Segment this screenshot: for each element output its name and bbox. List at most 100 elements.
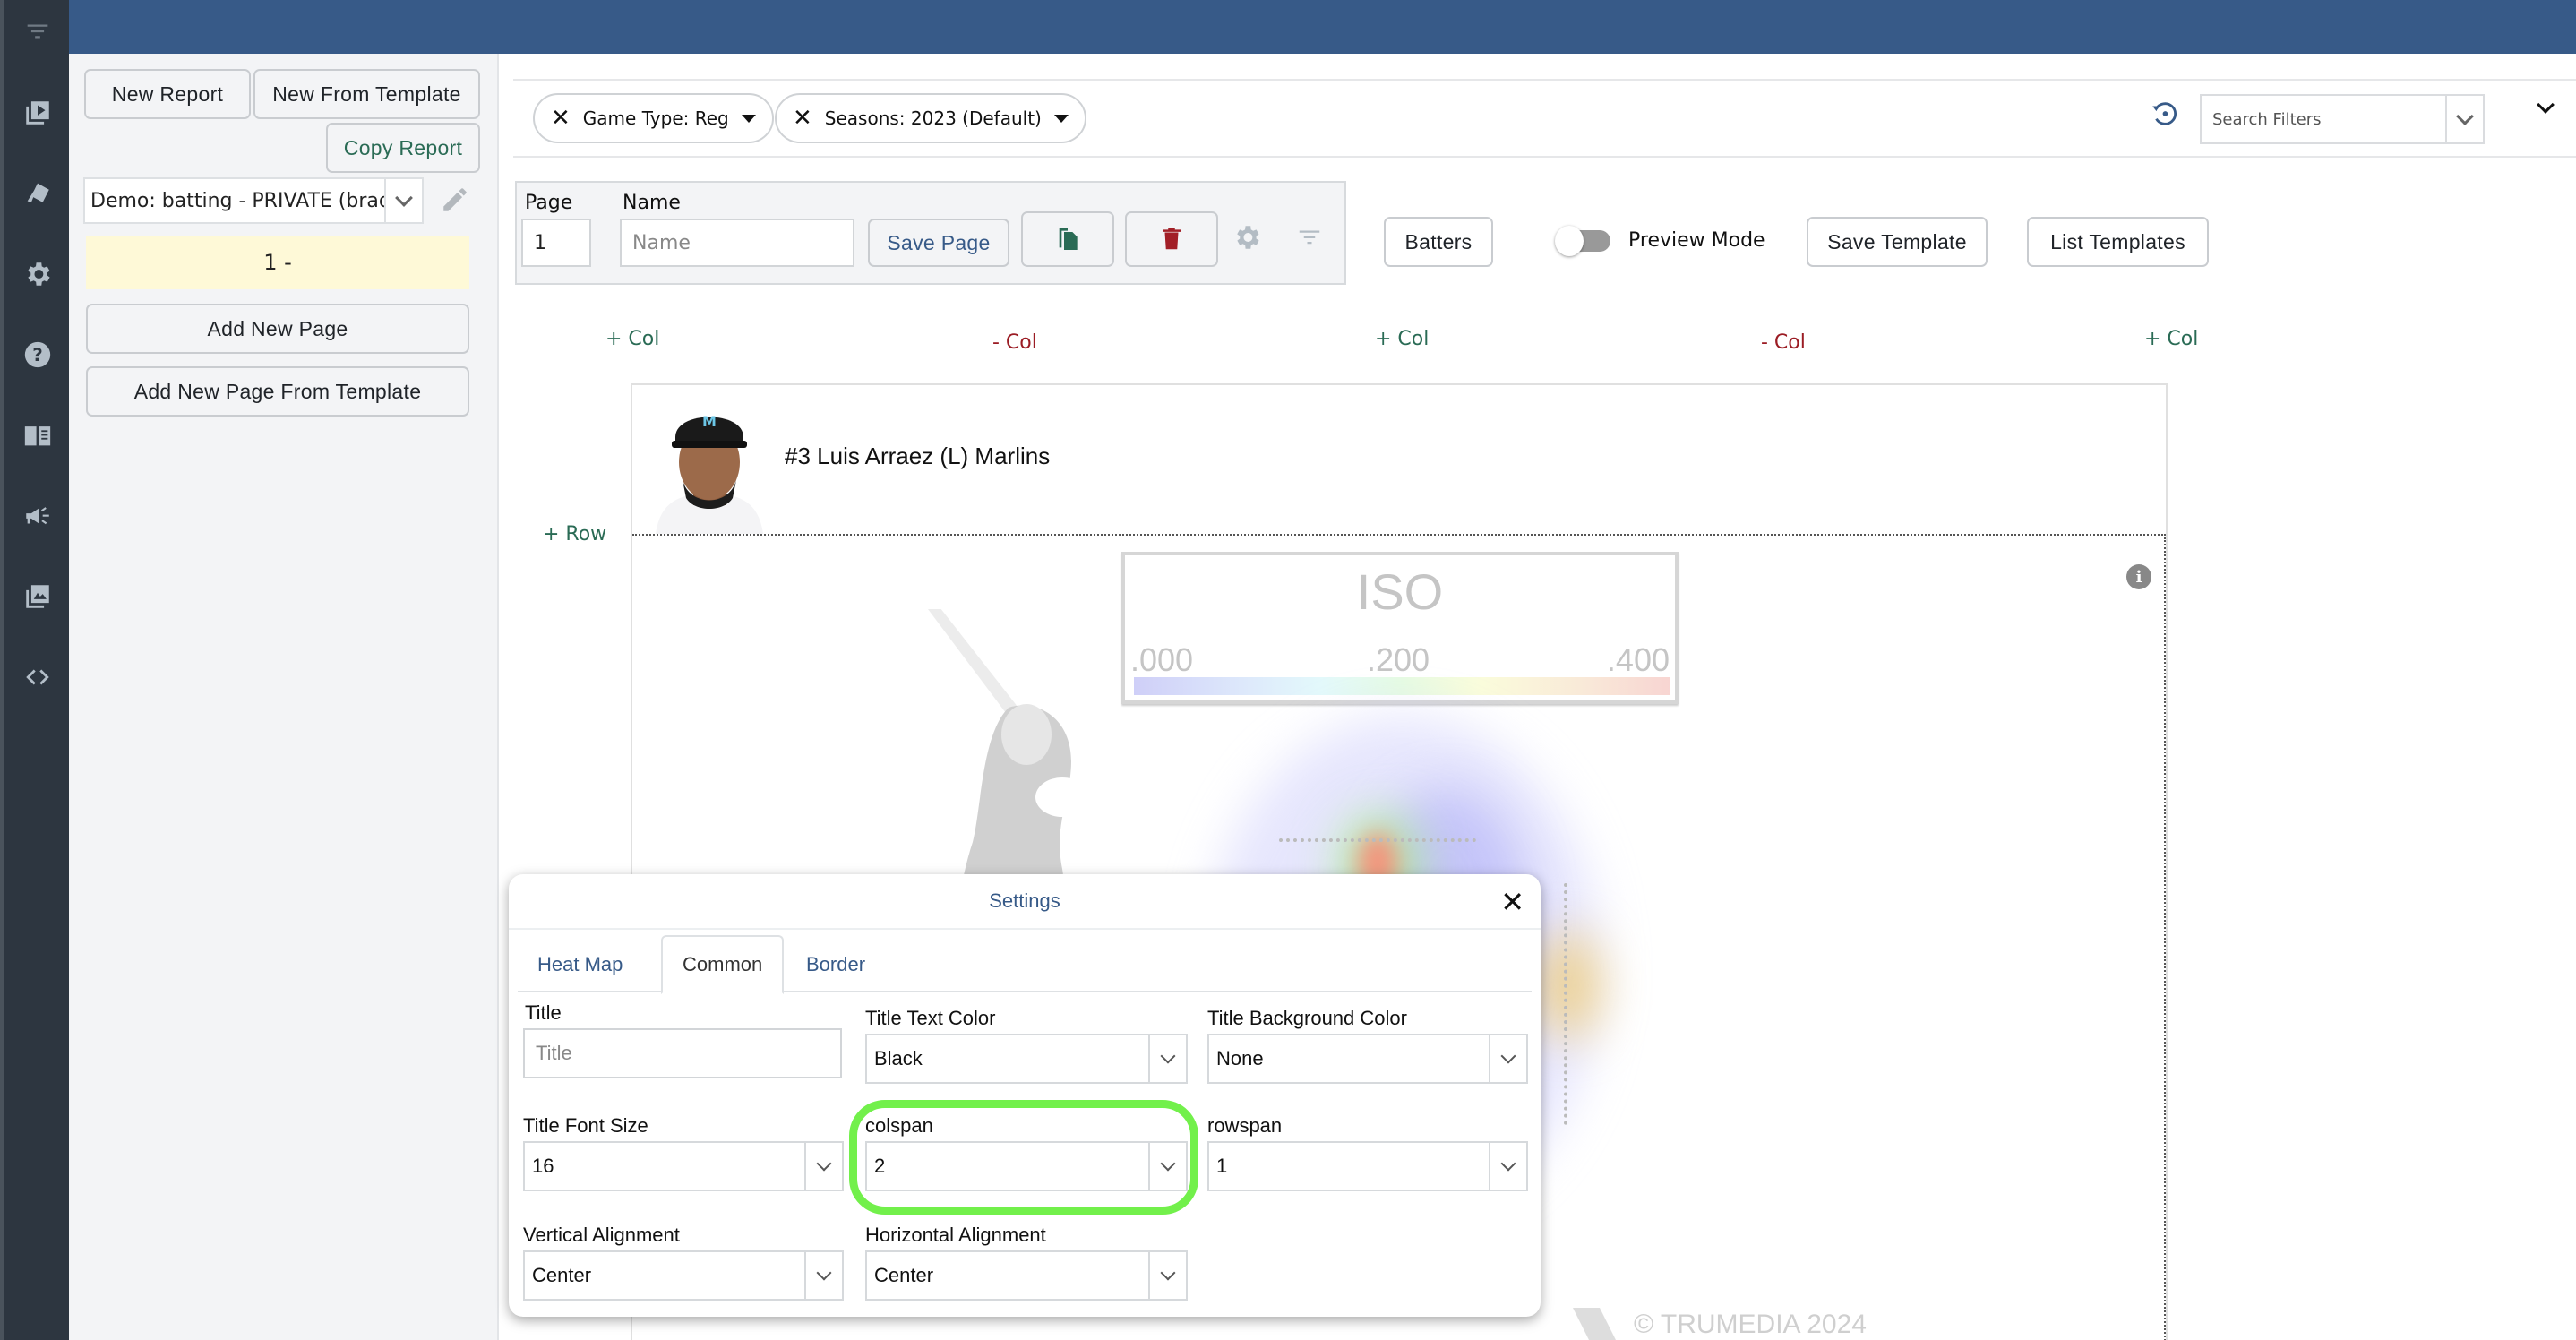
batters-button[interactable]: Batters xyxy=(1384,217,1493,267)
trash-icon xyxy=(1163,228,1181,250)
title-text-color-label: Title Text Color xyxy=(865,1007,996,1029)
player-header-cell[interactable]: M #3 Luis Arraez (L) Marlins xyxy=(632,385,2166,536)
remove-col-button[interactable]: - Col xyxy=(1761,331,1806,354)
chevron-down-icon[interactable] xyxy=(384,179,422,222)
filter-chip-game-type[interactable]: ✕ Game Type: Reg xyxy=(533,93,774,143)
page-label: Page xyxy=(525,192,573,214)
chevron-down-icon[interactable] xyxy=(1148,1035,1186,1082)
legend-title: ISO xyxy=(1356,563,1444,620)
select-value: None xyxy=(1216,1047,1264,1069)
caret-down-icon[interactable] xyxy=(1053,114,1069,123)
chevron-down-icon[interactable] xyxy=(1489,1035,1526,1082)
heatmap-blob xyxy=(1537,932,1600,1039)
code-icon[interactable] xyxy=(18,657,57,697)
modal-title: Settings xyxy=(989,889,1060,912)
info-icon[interactable]: i xyxy=(2126,564,2151,589)
modal-header: Settings ✕ xyxy=(509,874,1541,930)
remove-col-button[interactable]: - Col xyxy=(992,331,1037,354)
title-bg-color-label: Title Background Color xyxy=(1207,1007,1407,1029)
report-select[interactable]: Demo: batting - PRIVATE (brad... xyxy=(83,177,424,224)
page-name-input[interactable]: Name xyxy=(620,219,854,267)
new-report-button[interactable]: New Report xyxy=(84,69,251,119)
svg-text:?: ? xyxy=(32,345,43,365)
gear-icon[interactable] xyxy=(18,254,57,294)
rowspan-label: rowspan xyxy=(1207,1114,1283,1137)
horizontal-alignment-select[interactable]: Center xyxy=(865,1250,1188,1301)
page-number-input[interactable]: 1 xyxy=(521,219,591,267)
app-root: ? New Report New From Template Copy Repo… xyxy=(0,0,2576,1340)
page-list-item[interactable]: 1 - xyxy=(86,236,469,289)
book-icon[interactable] xyxy=(18,416,57,455)
help-icon[interactable]: ? xyxy=(18,335,57,374)
settings-tabs: Heat Map Common Border xyxy=(518,935,1532,994)
select-value: Center xyxy=(874,1264,934,1286)
legend-tick: .200 xyxy=(1367,641,1430,678)
preview-mode-label: Preview Mode xyxy=(1628,229,1765,252)
add-row-button[interactable]: + Row xyxy=(543,523,606,545)
add-col-button[interactable]: + Col xyxy=(2144,328,2198,350)
collapse-filters-chevron-icon[interactable] xyxy=(2537,96,2559,124)
icon-rail: ? xyxy=(0,0,69,1340)
name-label: Name xyxy=(623,192,681,214)
legend-tick: .000 xyxy=(1130,641,1194,678)
select-value: 16 xyxy=(532,1155,554,1177)
title-font-size-label: Title Font Size xyxy=(523,1114,648,1137)
select-value: Black xyxy=(874,1047,923,1069)
save-template-button[interactable]: Save Template xyxy=(1807,217,1988,267)
page-filter-icon[interactable] xyxy=(1296,224,1325,253)
chevron-down-icon[interactable] xyxy=(2445,96,2483,142)
title-input[interactable]: Title xyxy=(523,1028,842,1078)
preview-mode-toggle[interactable] xyxy=(1555,226,1610,256)
search-filters-input[interactable]: Search Filters xyxy=(2200,94,2485,144)
tab-heat-map[interactable]: Heat Map xyxy=(518,935,642,994)
remove-filter-icon[interactable]: ✕ xyxy=(793,107,812,130)
reset-filters-icon[interactable] xyxy=(2149,99,2185,134)
add-new-page-from-template-button[interactable]: Add New Page From Template xyxy=(86,366,469,417)
list-templates-button[interactable]: List Templates xyxy=(2027,217,2209,267)
edit-pencil-icon[interactable] xyxy=(440,185,470,215)
report-panel: New Report New From Template Copy Report… xyxy=(69,54,499,1340)
watermark: © TRUMEDIA 2024 xyxy=(1634,1310,1867,1339)
rowspan-select[interactable]: 1 xyxy=(1207,1141,1528,1191)
video-library-icon[interactable] xyxy=(18,93,57,133)
add-new-page-button[interactable]: Add New Page xyxy=(86,304,469,354)
new-from-template-button[interactable]: New From Template xyxy=(253,69,480,119)
title-text-color-select[interactable]: Black xyxy=(865,1034,1188,1084)
close-icon[interactable]: ✕ xyxy=(1500,885,1524,919)
legend-tick: .400 xyxy=(1606,641,1670,678)
report-select-value: Demo: batting - PRIVATE (brad... xyxy=(90,189,384,212)
tab-common[interactable]: Common xyxy=(661,935,785,994)
megaphone-icon[interactable] xyxy=(18,496,57,536)
copy-icon xyxy=(1059,228,1078,250)
heatmap-legend: ISO .000 .200 .400 xyxy=(1121,552,1679,704)
title-label: Title xyxy=(525,1001,562,1024)
add-col-button[interactable]: + Col xyxy=(1375,328,1429,350)
copy-report-button[interactable]: Copy Report xyxy=(326,123,480,173)
filter-icon[interactable] xyxy=(18,13,57,52)
vertical-alignment-select[interactable]: Center xyxy=(523,1250,844,1301)
tab-border[interactable]: Border xyxy=(786,935,885,994)
svg-text:M: M xyxy=(702,413,717,430)
chevron-down-icon[interactable] xyxy=(804,1143,842,1190)
duplicate-page-button[interactable] xyxy=(1021,211,1114,267)
chevron-down-icon[interactable] xyxy=(1489,1143,1526,1190)
filter-chip-seasons[interactable]: ✕ Seasons: 2023 (Default) xyxy=(775,93,1086,143)
image-gallery-icon[interactable] xyxy=(18,577,57,616)
caret-down-icon[interactable] xyxy=(741,114,756,123)
title-font-size-select[interactable]: 16 xyxy=(523,1141,844,1191)
delete-page-button[interactable] xyxy=(1125,211,1218,267)
strike-zone-side xyxy=(1564,883,1567,1125)
remove-filter-icon[interactable]: ✕ xyxy=(551,107,571,130)
horizontal-alignment-label: Horizontal Alignment xyxy=(865,1224,1046,1246)
save-page-button[interactable]: Save Page xyxy=(868,219,1009,267)
chevron-down-icon[interactable] xyxy=(804,1252,842,1299)
chevron-down-icon[interactable] xyxy=(1148,1252,1186,1299)
cards-icon[interactable] xyxy=(18,174,57,213)
vertical-alignment-label: Vertical Alignment xyxy=(523,1224,680,1246)
colspan-highlight-annotation xyxy=(849,1100,1198,1215)
player-name: #3 Luis Arraez (L) Marlins xyxy=(785,442,1051,469)
page-settings-gear-icon[interactable] xyxy=(1232,222,1264,254)
add-col-button[interactable]: + Col xyxy=(605,328,659,350)
strike-zone-top xyxy=(1279,838,1476,842)
title-bg-color-select[interactable]: None xyxy=(1207,1034,1528,1084)
